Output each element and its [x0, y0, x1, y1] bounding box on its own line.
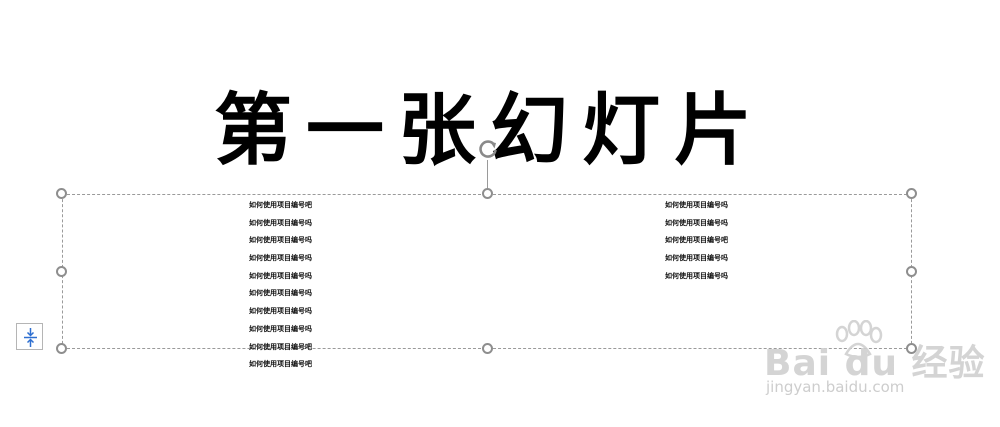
list-item: 如何使用项目编号吧 [249, 342, 312, 351]
slide-canvas: 第一张幻灯片 如何使用项目编号吧 如何使用项目编号吗 如何使用项目编号吗 如何使… [0, 0, 1000, 427]
slide-title[interactable]: 第一张幻灯片 [150, 76, 830, 186]
list-item: 如何使用项目编号吧 [249, 201, 312, 209]
list-item: 如何使用项目编号吗 [249, 236, 312, 245]
resize-handle-bottom-left[interactable] [56, 343, 67, 354]
content-column-left: 如何使用项目编号吧 如何使用项目编号吗 如何使用项目编号吗 如何使用项目编号吗 … [249, 197, 312, 374]
list-item: 如何使用项目编号吗 [665, 254, 728, 263]
list-item: 如何使用项目编号吧 [249, 360, 312, 369]
content-column-right: 如何使用项目编号吗 如何使用项目编号吗 如何使用项目编号吧 如何使用项目编号吗 … [665, 197, 728, 285]
list-item: 如何使用项目编号吗 [249, 271, 312, 280]
list-item: 如何使用项目编号吗 [665, 218, 728, 227]
watermark-site: jingyan.baidu.com [766, 378, 905, 396]
resize-handle-bottom-center[interactable] [482, 343, 493, 354]
resize-handle-top-center[interactable] [482, 188, 493, 199]
list-item: 如何使用项目编号吗 [249, 307, 312, 316]
autofit-icon [24, 328, 37, 347]
list-item: 如何使用项目编号吗 [249, 324, 312, 333]
resize-handle-top-right[interactable] [906, 188, 917, 199]
list-item: 如何使用项目编号吗 [249, 218, 312, 227]
list-item: 如何使用项目编号吧 [665, 236, 728, 245]
list-item: 如何使用项目编号吗 [665, 271, 728, 280]
list-item: 如何使用项目编号吗 [249, 289, 312, 298]
list-item: 如何使用项目编号吗 [249, 254, 312, 263]
baidu-watermark: Bai du 经验 jingyan.baidu.com [760, 320, 985, 410]
resize-handle-top-left[interactable] [56, 188, 67, 199]
list-item: 如何使用项目编号吗 [665, 201, 728, 209]
resize-handle-middle-right[interactable] [906, 266, 917, 277]
rotate-icon[interactable] [477, 138, 499, 160]
resize-handle-middle-left[interactable] [56, 266, 67, 277]
autofit-options-button[interactable] [16, 323, 43, 350]
